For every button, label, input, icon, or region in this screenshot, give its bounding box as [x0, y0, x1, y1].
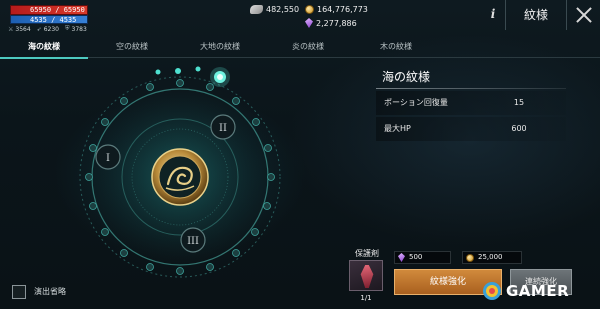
- wing-amount: 482,550: [266, 5, 300, 14]
- gold-coin-icon: [305, 5, 314, 14]
- stat-row-value: 15: [513, 98, 525, 107]
- svg-text:II: II: [219, 123, 227, 134]
- protect-item-count: 1/1: [360, 294, 372, 302]
- gamer-logo-icon: [482, 281, 502, 301]
- crest-diagram: I II III: [75, 66, 285, 282]
- svg-text:III: III: [187, 236, 199, 247]
- protect-item-slot[interactable]: [349, 260, 383, 291]
- stat-defense-value: 3783: [71, 25, 87, 33]
- wing-currency: 482,550: [250, 5, 299, 14]
- hp-bar: 65950 / 65950: [10, 5, 88, 15]
- gem-cost-value: 500: [409, 253, 423, 261]
- gamer-watermark: GAMER: [482, 280, 569, 302]
- wing-icon: [250, 5, 263, 14]
- panel-divider: [376, 88, 566, 89]
- stat-row-label: ポーション回復量: [384, 98, 448, 107]
- tab-wood-crest[interactable]: 木の紋様: [352, 38, 440, 58]
- roman-node-1[interactable]: I: [95, 144, 121, 170]
- tab-fire-crest[interactable]: 炎の紋様: [264, 38, 352, 58]
- stat-attack-value: 3564: [15, 25, 31, 33]
- panel-title: 海の紋様: [382, 70, 431, 84]
- skip-animation-label: 演出省略: [34, 287, 66, 296]
- gold-cost: 25,000: [462, 251, 522, 264]
- info-icon[interactable]: i: [486, 7, 500, 21]
- skip-animation-checkbox[interactable]: [12, 285, 26, 299]
- gold-amount: 164,776,773: [317, 5, 368, 14]
- tab-sky-crest[interactable]: 空の紋様: [88, 38, 176, 58]
- tab-bar: 海の紋様 空の紋様 大地の紋様 炎の紋様 木の紋様: [0, 38, 600, 59]
- stat-row: 最大HP 600: [376, 117, 566, 141]
- gem-icon: [305, 18, 313, 28]
- tab-earth-crest[interactable]: 大地の紋様: [176, 38, 264, 58]
- tab-sea-crest[interactable]: 海の紋様: [0, 38, 88, 59]
- player-stats: ⚔ 3564 ➶ 6230 ⛨ 3783: [8, 25, 87, 33]
- stat-ranged: ➶ 6230: [37, 25, 59, 33]
- stat-defense: ⛨ 3783: [65, 25, 87, 33]
- page-title: 紋様: [505, 0, 567, 30]
- stat-row-label: 最大HP: [384, 124, 411, 133]
- gem-cost: 500: [394, 251, 451, 264]
- gem-currency: 2,277,886: [305, 18, 357, 28]
- crest-detail-panel: 海の紋様 ポーション回復量 15 最大HP 600: [376, 66, 566, 143]
- gem-icon: [398, 253, 405, 262]
- crest-circle: I II III: [60, 62, 300, 282]
- sea-crest-emblem-icon: [151, 148, 209, 206]
- mp-bar: 4535 / 4535: [10, 15, 88, 24]
- stat-row: ポーション回復量 15: [376, 91, 566, 115]
- gold-coin-icon: [466, 253, 474, 262]
- stat-row-value: 600: [511, 124, 527, 133]
- watermark-text: GAMER: [506, 282, 570, 300]
- protect-potion-icon: [360, 265, 374, 288]
- stat-attack: ⚔ 3564: [8, 25, 31, 33]
- roman-node-3[interactable]: III: [180, 227, 206, 253]
- top-bar: 65950 / 65950 4535 / 4535 ⚔ 3564 ➶ 6230 …: [0, 0, 600, 36]
- roman-node-2[interactable]: II: [210, 114, 236, 140]
- gold-cost-value: 25,000: [478, 253, 503, 261]
- arrow-icon: ➶: [36, 25, 42, 33]
- gold-currency: 164,776,773: [305, 5, 368, 14]
- sword-icon: ⚔: [8, 25, 14, 33]
- shield-icon: ⛨: [64, 25, 70, 32]
- svg-text:I: I: [106, 153, 110, 164]
- stat-ranged-value: 6230: [43, 25, 59, 33]
- close-icon[interactable]: [575, 6, 593, 24]
- gem-amount: 2,277,886: [316, 18, 357, 28]
- protect-item-label: 保護剤: [355, 249, 379, 258]
